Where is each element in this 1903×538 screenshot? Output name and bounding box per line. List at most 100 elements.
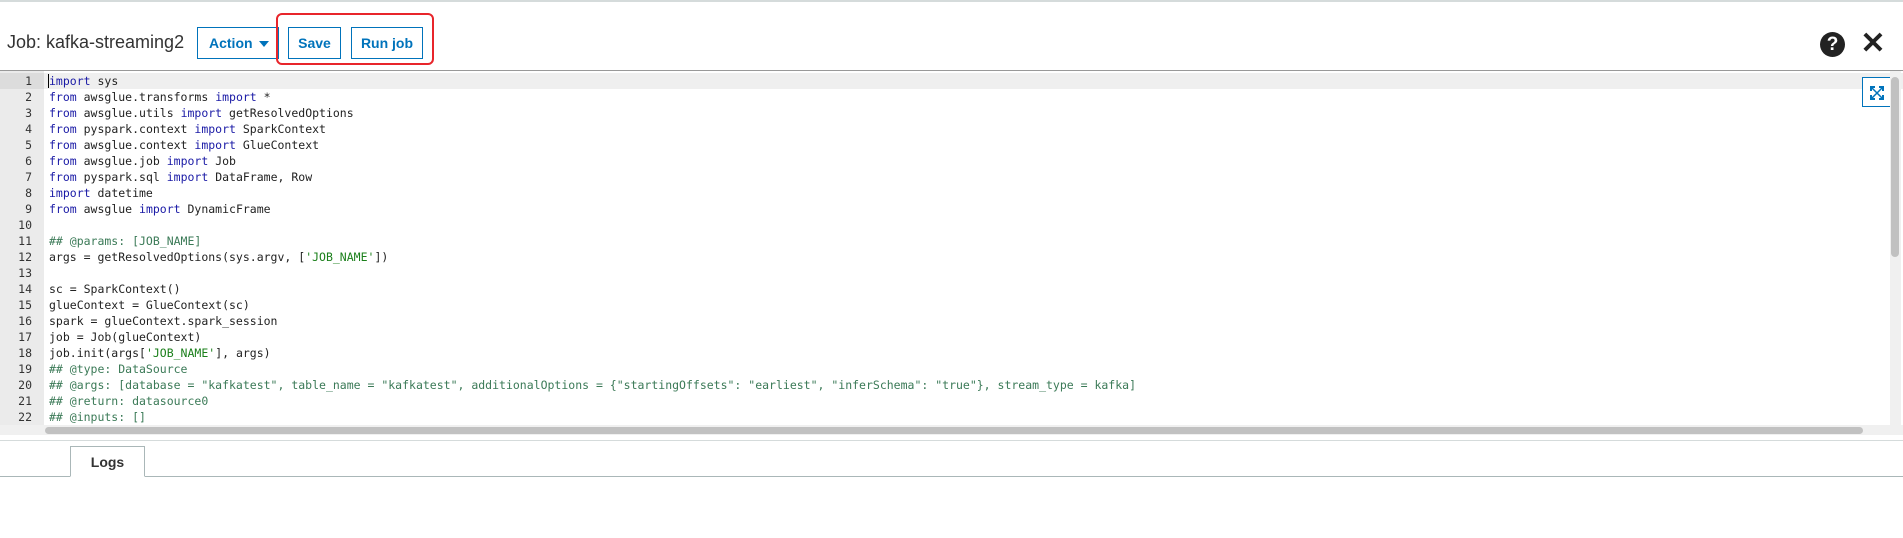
code-lines[interactable]: 1 import sys 2 from awsglue.transforms impo…: [0, 73, 1903, 435]
code-text: args = getResolvedOptions(sys.argv, ['JO…: [49, 249, 388, 265]
code-line[interactable]: 4 from pyspark.context import SparkContex…: [0, 121, 1903, 137]
job-header: Job: kafka-streaming2 Action Save Run jo…: [0, 2, 1903, 70]
code-text: import datetime: [49, 185, 153, 201]
code-token: pyspark.sql: [76, 170, 167, 184]
code-line[interactable]: 7 from pyspark.sql import DataFrame, Row: [0, 169, 1903, 185]
code-token: import: [49, 74, 91, 88]
code-text: from awsglue.context import GlueContext: [49, 137, 319, 153]
bottom-tabs: Logs: [0, 435, 1903, 538]
code-line[interactable]: 3 from awsglue.utils import getResolvedOp…: [0, 105, 1903, 121]
code-token: sc = SparkContext(): [49, 282, 181, 296]
code-text: from pyspark.sql import DataFrame, Row: [49, 169, 312, 185]
code-text: from awsglue import DynamicFrame: [49, 201, 271, 217]
code-token: args = getResolvedOptions(sys.argv, [: [49, 250, 306, 264]
line-number: 1: [0, 73, 44, 89]
code-text: glueContext = GlueContext(sc): [49, 297, 250, 313]
code-token: awsglue.transforms: [76, 90, 216, 104]
code-token: from: [49, 202, 77, 216]
code-text: sc = SparkContext(): [49, 281, 181, 297]
code-text: from awsglue.utils import getResolvedOpt…: [49, 105, 354, 121]
code-line[interactable]: 1 import sys: [0, 73, 1903, 89]
line-number: 19: [18, 362, 32, 376]
code-text: from pyspark.context import SparkContext: [49, 121, 326, 137]
code-token: import: [215, 90, 257, 104]
code-token: Job: [208, 154, 236, 168]
code-token: job = Job(glueContext): [49, 330, 202, 344]
code-token: pyspark.context: [76, 122, 195, 136]
caret-down-icon: [259, 41, 269, 47]
code-line[interactable]: 14 sc = SparkContext(): [0, 281, 1903, 297]
save-button[interactable]: Save: [288, 27, 341, 59]
code-token: glueContext = GlueContext(sc): [49, 298, 250, 312]
code-line[interactable]: 22 ## @inputs: []: [0, 409, 1903, 425]
code-line[interactable]: 9 from awsglue import DynamicFrame: [0, 201, 1903, 217]
code-token: from: [49, 122, 77, 136]
code-line[interactable]: 8 import datetime: [0, 185, 1903, 201]
expand-icon: [1870, 86, 1884, 101]
code-token: DynamicFrame: [180, 202, 271, 216]
line-number: 21: [18, 394, 32, 408]
run-job-button[interactable]: Run job: [351, 27, 423, 59]
code-line[interactable]: 18 job.init(args['JOB_NAME'], args): [0, 345, 1903, 361]
code-token: ## @args: [database = "kafkatest", table…: [49, 378, 1137, 392]
code-line[interactable]: 11 ## @params: [JOB_NAME]: [0, 233, 1903, 249]
code-token: from: [49, 170, 77, 184]
code-token: from: [49, 138, 77, 152]
line-number: 3: [25, 106, 32, 120]
code-text: ## @params: [JOB_NAME]: [49, 233, 201, 249]
code-token: from: [49, 154, 77, 168]
vertical-scrollbar-thumb[interactable]: [1891, 77, 1899, 257]
code-line[interactable]: 5 from awsglue.context import GlueContext: [0, 137, 1903, 153]
close-icon[interactable]: ✕: [1860, 29, 1886, 59]
code-text: job = Job(glueContext): [49, 329, 201, 345]
line-number: 22: [18, 410, 32, 424]
line-number: 14: [18, 282, 32, 296]
text-cursor: [48, 74, 49, 88]
code-line[interactable]: 20 ## @args: [database = "kafkatest", tab…: [0, 377, 1903, 393]
code-text: ## @return: datasource0: [49, 393, 208, 409]
code-token: spark = glueContext.spark_session: [49, 314, 278, 328]
code-line[interactable]: 19 ## @type: DataSource: [0, 361, 1903, 377]
code-token: SparkContext: [235, 122, 326, 136]
code-token: awsglue: [76, 202, 140, 216]
code-token: from: [49, 90, 77, 104]
code-token: datetime: [90, 186, 153, 200]
line-number: 13: [18, 266, 32, 280]
code-text: ## @type: DataSource: [49, 361, 187, 377]
action-dropdown-button[interactable]: Action: [197, 27, 279, 59]
code-line[interactable]: 21 ## @return: datasource0: [0, 393, 1903, 409]
line-number: 17: [18, 330, 32, 344]
code-text: ## @inputs: []: [49, 409, 146, 425]
code-line[interactable]: 15 glueContext = GlueContext(sc): [0, 297, 1903, 313]
line-number: 9: [25, 202, 32, 216]
line-number: 6: [25, 154, 32, 168]
code-line[interactable]: 17 job = Job(glueContext): [0, 329, 1903, 345]
code-text: job.init(args['JOB_NAME'], args): [49, 345, 271, 361]
line-number: 12: [18, 250, 32, 264]
code-token: awsglue.utils: [76, 106, 181, 120]
expand-editor-button[interactable]: [1862, 77, 1892, 107]
code-line[interactable]: 6 from awsglue.job import Job: [0, 153, 1903, 169]
horizontal-scrollbar-thumb[interactable]: [45, 427, 1863, 434]
code-editor[interactable]: 1 import sys 2 from awsglue.transforms impo…: [0, 70, 1903, 435]
tab-logs[interactable]: Logs: [70, 446, 145, 477]
line-number: 4: [25, 122, 32, 136]
code-token: ## @inputs: []: [49, 410, 146, 424]
line-number: 10: [18, 218, 32, 232]
line-number: 2: [25, 90, 32, 104]
code-line[interactable]: 16 spark = glueContext.spark_session: [0, 313, 1903, 329]
code-token: job.init(args[: [49, 346, 146, 360]
line-number: 8: [25, 186, 32, 200]
code-token: import: [139, 202, 181, 216]
help-icon[interactable]: ?: [1820, 32, 1845, 57]
code-token: import: [49, 186, 91, 200]
code-token: GlueContext: [235, 138, 320, 152]
code-line[interactable]: 12 args = getResolvedOptions(sys.argv, ['…: [0, 249, 1903, 265]
code-token: DataFrame, Row: [208, 170, 313, 184]
line-number: 20: [18, 378, 32, 392]
code-line[interactable]: 10: [0, 217, 1903, 233]
code-line[interactable]: 2 from awsglue.transforms import *: [0, 89, 1903, 105]
code-text: spark = glueContext.spark_session: [49, 313, 277, 329]
code-line[interactable]: 13: [0, 265, 1903, 281]
code-text: from awsglue.transforms import *: [49, 89, 271, 105]
